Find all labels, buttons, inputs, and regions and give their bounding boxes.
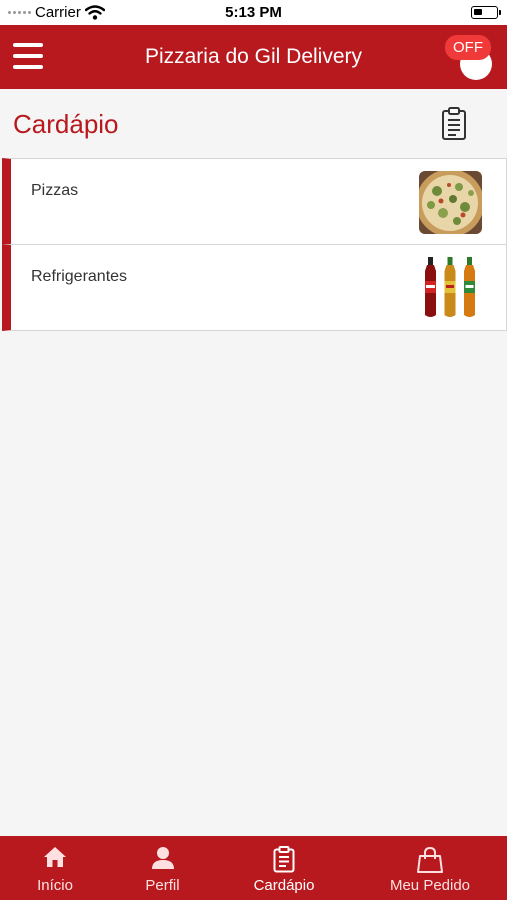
battery-icon bbox=[471, 6, 501, 19]
tab-meu-pedido[interactable]: Meu Pedido bbox=[353, 836, 507, 900]
pizza-image bbox=[419, 171, 482, 234]
nav-bar: Pizzaria do Gil Delivery OFF bbox=[0, 25, 507, 89]
category-row-pizzas[interactable]: Pizzas bbox=[2, 158, 507, 245]
page-header: Cardápio bbox=[0, 89, 507, 159]
status-time: 5:13 PM bbox=[225, 4, 282, 21]
category-row-refrigerantes[interactable]: Refrigerantes bbox=[2, 244, 507, 331]
clipboard-icon bbox=[273, 846, 295, 873]
page-title: Cardápio bbox=[13, 109, 119, 139]
tab-label: Meu Pedido bbox=[389, 877, 471, 894]
tab-label: Perfil bbox=[145, 877, 180, 894]
off-badge: OFF bbox=[445, 35, 491, 60]
shopping-bag-icon bbox=[417, 846, 443, 873]
category-name: Refrigerantes bbox=[31, 268, 128, 285]
status-bar: Carrier 5:13 PM bbox=[0, 0, 507, 25]
store-status-button[interactable]: OFF bbox=[445, 35, 495, 80]
category-name: Pizzas bbox=[31, 182, 79, 199]
clipboard-icon[interactable] bbox=[441, 107, 467, 140]
tab-perfil[interactable]: Perfil bbox=[110, 836, 215, 900]
tab-label: Início bbox=[37, 877, 73, 894]
tab-label: Cardápio bbox=[253, 877, 315, 894]
soda-bottles-image bbox=[425, 257, 475, 317]
tab-bar: Início Perfil Cardápio Meu Pedido bbox=[0, 836, 507, 900]
user-icon bbox=[151, 847, 174, 869]
home-icon bbox=[44, 847, 66, 867]
tab-cardapio[interactable]: Cardápio bbox=[215, 836, 353, 900]
category-list: Pizzas Refrigerantes bbox=[2, 158, 507, 331]
app-title: Pizzaria do Gil Delivery bbox=[144, 45, 363, 68]
tab-inicio[interactable]: Início bbox=[0, 836, 110, 900]
